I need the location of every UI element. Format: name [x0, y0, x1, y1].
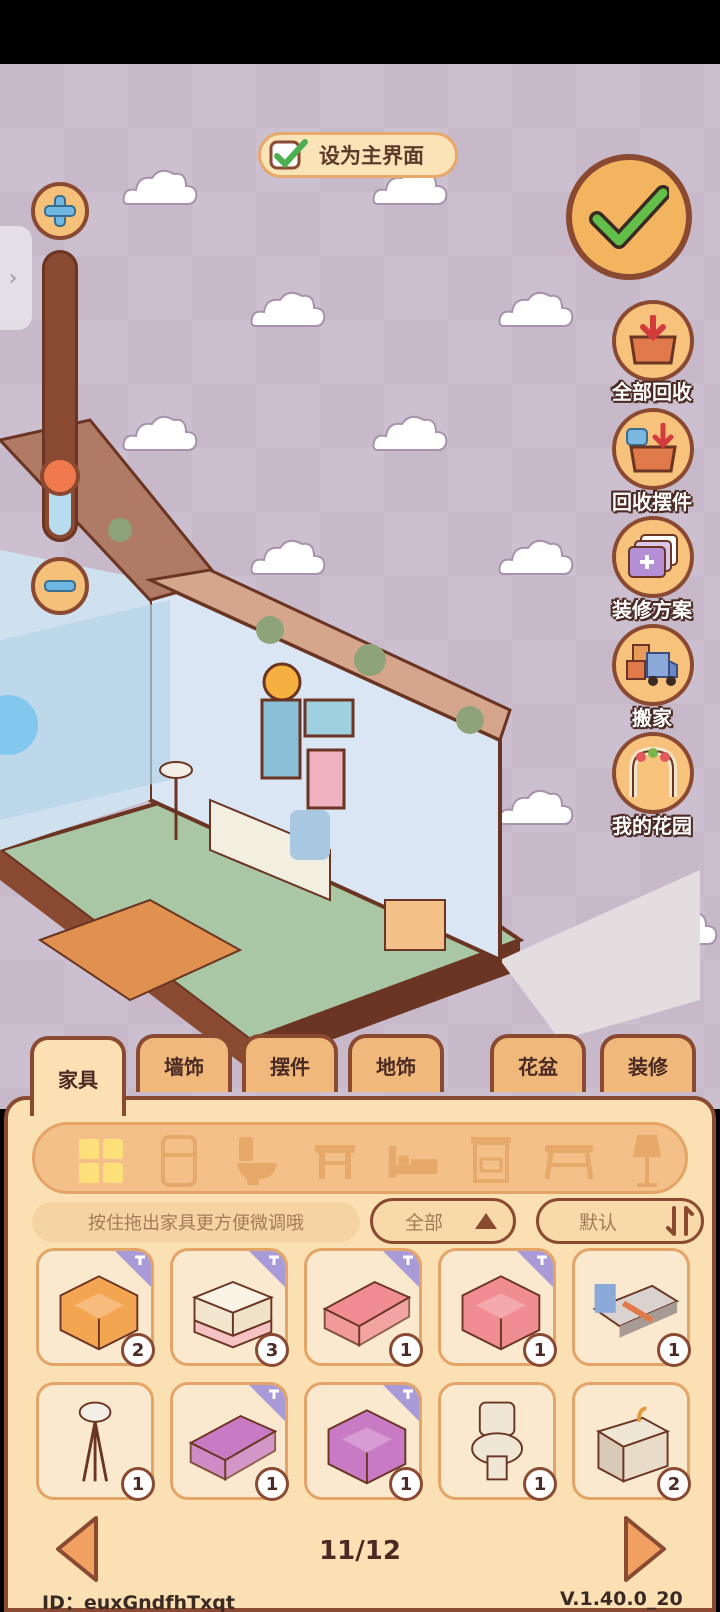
- garden-arch-icon: [629, 746, 677, 797]
- category-bathroom[interactable]: [231, 1135, 283, 1187]
- item-count-badge: 1: [255, 1467, 289, 1501]
- brush-tag-icon: [383, 1385, 419, 1421]
- page-indicator: 11/12: [319, 1536, 401, 1566]
- zoom-in-button[interactable]: [31, 182, 89, 240]
- lamp-icon: [633, 1135, 661, 1187]
- tab-flower-pots[interactable]: 花盆: [490, 1034, 586, 1092]
- item-count-badge: 1: [523, 1467, 557, 1501]
- next-page-button[interactable]: [620, 1514, 670, 1584]
- category-lamp[interactable]: [621, 1135, 673, 1187]
- status-bar: [0, 0, 720, 64]
- category-bar: [32, 1122, 688, 1194]
- furniture-item-floor-lamp[interactable]: 1: [36, 1382, 155, 1501]
- category-bed[interactable]: [387, 1135, 439, 1187]
- category-all[interactable]: [75, 1135, 127, 1187]
- item-count-badge: 3: [255, 1333, 289, 1367]
- zoom-slider[interactable]: [42, 250, 78, 542]
- tab-floor-decor[interactable]: 地饰: [348, 1034, 444, 1092]
- check-icon: [589, 185, 669, 249]
- category-desk[interactable]: [543, 1135, 595, 1187]
- item-count-badge: 1: [657, 1333, 691, 1367]
- recycle-all-button[interactable]: [612, 300, 694, 382]
- filter-dropdown[interactable]: 全部: [370, 1198, 516, 1244]
- furniture-item-toilet[interactable]: 1: [438, 1382, 557, 1501]
- side-drawer-handle[interactable]: ›: [0, 226, 32, 330]
- drag-hint-text: 按住拖出家具更方便微调哦: [32, 1202, 360, 1242]
- cloud-decoration: [122, 169, 198, 205]
- furniture-item-purple-corner-sofa[interactable]: 1: [304, 1382, 423, 1501]
- tab-furniture[interactable]: 家具: [30, 1036, 126, 1116]
- cabinet-icon: [471, 1137, 511, 1183]
- brush-tag-icon: [517, 1251, 553, 1287]
- moving-truck-icon: [626, 644, 678, 686]
- filter-label: 全部: [405, 1211, 444, 1234]
- item-count-badge: 1: [523, 1333, 557, 1367]
- brush-tag-icon: [115, 1251, 151, 1287]
- zoom-slider-knob[interactable]: [40, 456, 80, 496]
- furniture-item-pink-corner-sofa[interactable]: 1: [438, 1248, 557, 1367]
- cloud-decoration: [250, 291, 326, 327]
- recycle-ornament-icon: [626, 423, 677, 473]
- triangle-up-icon: [475, 1213, 498, 1229]
- brush-tag-icon: [383, 1251, 419, 1287]
- furniture-item-single-bed[interactable]: 1: [572, 1248, 691, 1367]
- set-main-screen-label: 设为主界面: [319, 144, 424, 168]
- category-cabinet[interactable]: [465, 1135, 517, 1187]
- sort-button[interactable]: 默认: [536, 1198, 704, 1244]
- cloud-decoration: [498, 291, 574, 327]
- category-table[interactable]: [309, 1135, 361, 1187]
- decoration-plan-icon: [628, 534, 678, 578]
- brush-tag-icon: [249, 1251, 285, 1287]
- version-label: V.1.40.0_20: [560, 1588, 683, 1610]
- item-count-badge: 1: [121, 1467, 155, 1501]
- minus-icon: [44, 580, 76, 592]
- zoom-out-button[interactable]: [31, 557, 89, 615]
- item-count-badge: 1: [389, 1333, 423, 1367]
- moving-label: 搬家: [632, 706, 672, 730]
- recycle-ornaments-label: 回收摆件: [612, 490, 692, 514]
- bed-icon: [388, 1146, 438, 1178]
- tab-ornaments[interactable]: 摆件: [242, 1034, 338, 1092]
- furniture-item-purple-sofa[interactable]: 1: [170, 1382, 289, 1501]
- plus-icon: [44, 195, 76, 227]
- desk-icon: [544, 1145, 594, 1180]
- sort-icon: [666, 1206, 695, 1236]
- moving-button[interactable]: [612, 624, 694, 706]
- category-fridge[interactable]: [153, 1135, 205, 1187]
- recycle-ornaments-button[interactable]: [612, 408, 694, 490]
- furniture-item-cream-pink-ottoman[interactable]: 3: [170, 1248, 289, 1367]
- recycle-box-icon: [629, 315, 677, 365]
- decoration-plan-label: 装修方案: [612, 598, 692, 622]
- player-id: ID：euxGndfhTxqt: [42, 1592, 235, 1612]
- fridge-icon: [161, 1135, 197, 1187]
- brush-tag-icon: [249, 1385, 285, 1421]
- decoration-plan-button[interactable]: [612, 516, 694, 598]
- tab-renovation[interactable]: 装修: [600, 1034, 696, 1092]
- item-count-badge: 1: [389, 1467, 423, 1501]
- sort-label: 默认: [579, 1211, 618, 1234]
- check-icon: [269, 139, 308, 170]
- tab-wall-decor[interactable]: 墙饰: [136, 1034, 232, 1092]
- toilet-icon: [237, 1137, 277, 1185]
- item-count-badge: 2: [657, 1467, 691, 1501]
- furniture-item-pink-sofa[interactable]: 1: [304, 1248, 423, 1367]
- my-garden-button[interactable]: [612, 732, 694, 814]
- confirm-button[interactable]: [566, 154, 692, 280]
- table-icon: [315, 1145, 355, 1179]
- set-main-screen-toggle[interactable]: 设为主界面: [258, 132, 458, 178]
- prev-page-button[interactable]: [52, 1514, 102, 1584]
- my-garden-label: 我的花园: [612, 814, 692, 838]
- item-count-badge: 2: [121, 1333, 155, 1367]
- recycle-all-label: 全部回收: [612, 380, 692, 404]
- furniture-item-orange-corner-sofa[interactable]: 2: [36, 1248, 155, 1367]
- grid-icon: [79, 1139, 123, 1183]
- furniture-item-wash-basin[interactable]: 2: [572, 1382, 691, 1501]
